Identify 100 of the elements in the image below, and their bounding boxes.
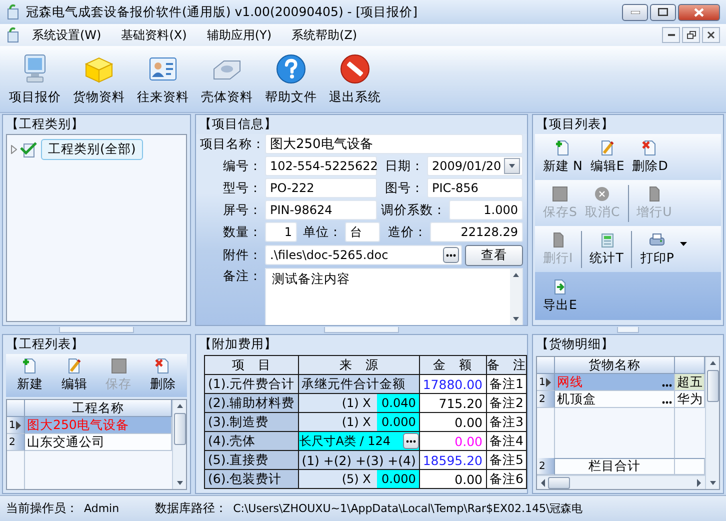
toolbar-button[interactable]: 壳体资料: [196, 53, 258, 106]
remark-field[interactable]: 测试备注内容: [265, 268, 523, 325]
toolbar-button[interactable]: 编辑: [57, 357, 92, 394]
vertical-scrollbar[interactable]: [172, 400, 186, 489]
table-cell[interactable]: 超五: [675, 374, 705, 391]
toolbar-button[interactable]: 打印P: [631, 230, 678, 268]
close-button[interactable]: [702, 27, 720, 43]
toolbar-button[interactable]: 统计T: [580, 230, 628, 268]
table-cell: (3).制造费: [204, 412, 298, 432]
app-icon: [6, 27, 20, 43]
input-field[interactable]: PIC-856: [427, 178, 523, 198]
toolbar-button[interactable]: 删除D: [628, 138, 672, 176]
square-icon: [110, 358, 127, 374]
panel-title: 【项目信息】: [198, 115, 278, 133]
status-value: Admin: [84, 502, 120, 515]
caret-icon[interactable]: [508, 163, 516, 169]
browse-button[interactable]: [443, 247, 459, 263]
scroll-down-icon[interactable]: [176, 480, 184, 486]
splitter-handle[interactable]: [617, 327, 639, 333]
input-field[interactable]: 台: [345, 222, 380, 242]
menu-item[interactable]: 基础资料(X): [113, 24, 195, 46]
ellipsis-icon: [662, 400, 672, 404]
scroll-thumb[interactable]: [174, 413, 186, 445]
toolbar-button[interactable]: 往来资料: [132, 53, 194, 106]
table-cell[interactable]: 机顶盒: [555, 391, 675, 408]
column-header[interactable]: 工程名称: [25, 400, 172, 417]
view-button[interactable]: 查看: [465, 244, 523, 266]
expand-icon[interactable]: [11, 145, 17, 154]
date-field[interactable]: 2009/01/20: [427, 156, 524, 176]
input-field[interactable]: 图大250电气设备: [265, 134, 523, 154]
close-button[interactable]: [678, 4, 720, 20]
splitter-handle[interactable]: [59, 327, 134, 333]
toolbar-button[interactable]: 货物资料: [68, 53, 130, 106]
window-title: 冠森电气成套设备报价软件(通用版) v1.00(20090405) - [项目报价]: [26, 4, 418, 20]
browse-button[interactable]: [402, 433, 419, 449]
input-field[interactable]: PIN-98624: [265, 200, 377, 220]
minimize-button[interactable]: [662, 27, 680, 43]
square-icon: [552, 186, 568, 202]
dropdown-button[interactable]: [504, 158, 520, 174]
input-field[interactable]: 22128.29: [430, 222, 523, 242]
column-header[interactable]: 货物名称: [555, 357, 675, 374]
table-cell: 0.00: [419, 432, 486, 450]
table-cell[interactable]: 山东交通公司: [25, 434, 172, 451]
caret-icon[interactable]: [680, 242, 687, 246]
input-field[interactable]: 1: [265, 222, 297, 242]
minimize-icon: [630, 10, 640, 14]
scroll-down-icon[interactable]: [708, 480, 716, 486]
tree-item[interactable]: 工程类别(全部): [41, 139, 143, 160]
input-field[interactable]: PO-222: [265, 178, 377, 198]
menu-item[interactable]: 系统帮助(Z): [284, 24, 366, 46]
toolbar-button[interactable]: 编辑E: [586, 138, 628, 176]
row-pointer-icon: [16, 420, 22, 430]
file-path-field[interactable]: .\files\doc-5265.doc: [265, 245, 462, 265]
row-header[interactable]: 2: [537, 391, 555, 408]
toolbar-button[interactable]: 帮助文件: [260, 53, 322, 106]
maximize-icon: [658, 8, 668, 16]
row-header: 2: [537, 458, 555, 475]
column-header[interactable]: [675, 357, 705, 374]
horizontal-scrollbar[interactable]: [537, 475, 705, 489]
toolbar-button[interactable]: 新建 N: [539, 138, 586, 176]
menu-item[interactable]: 辅助应用(Y): [198, 24, 280, 46]
table-cell: 备注4: [486, 432, 527, 450]
toolbar-button[interactable]: 删除: [146, 357, 180, 394]
scroll-right-icon[interactable]: [696, 478, 702, 486]
input-field[interactable]: 102-554-5225622: [265, 156, 377, 176]
menu-item[interactable]: 系统设置(W): [24, 24, 110, 46]
minimize-button[interactable]: [622, 4, 648, 20]
panel-title: 【工程类别】: [5, 115, 85, 133]
restore-button[interactable]: [682, 27, 700, 43]
row-header[interactable]: 1: [537, 374, 555, 391]
table-cell[interactable]: 华为: [675, 391, 705, 408]
scroll-left-icon[interactable]: [540, 478, 546, 486]
scroll-thumb[interactable]: [706, 370, 718, 402]
splitter-handle[interactable]: [324, 327, 399, 333]
minimize-icon: [668, 34, 674, 36]
field-label: 图号：: [384, 180, 424, 196]
row-header[interactable]: 1: [7, 417, 25, 434]
scroll-up-icon[interactable]: [512, 272, 520, 278]
toolbar-button[interactable]: 项目报价: [4, 53, 66, 106]
toolbar-button[interactable]: 导出E: [539, 278, 581, 314]
status-value: C:\Users\ZHOUXU~1\AppData\Local\Temp\Rar$EX02.145\冠森电: [233, 501, 583, 516]
stop-icon: [339, 53, 371, 85]
vertical-scrollbar[interactable]: [510, 269, 522, 325]
maximize-button[interactable]: [650, 4, 676, 20]
column-header: 备 注: [486, 356, 527, 374]
table-cell: (5).直接费: [204, 450, 298, 470]
scroll-down-icon[interactable]: [512, 316, 520, 322]
picker-field[interactable]: 长尺寸A类 / 124: [298, 432, 419, 450]
vertical-scrollbar[interactable]: [705, 357, 719, 489]
toolbar-button[interactable]: 新建: [13, 357, 48, 394]
row-header[interactable]: 2: [7, 434, 25, 451]
scroll-up-icon[interactable]: [708, 360, 716, 366]
table-cell: 备注6: [486, 470, 527, 488]
field-label: 备注：: [222, 268, 262, 285]
input-field[interactable]: 1.000: [449, 200, 523, 220]
table-cell: (6).包装费计: [204, 470, 298, 488]
toolbar-button[interactable]: 退出系统: [324, 53, 386, 106]
panel-title: 【项目列表】: [535, 115, 615, 133]
scroll-up-icon[interactable]: [176, 403, 184, 409]
scroll-thumb[interactable]: [548, 476, 570, 488]
